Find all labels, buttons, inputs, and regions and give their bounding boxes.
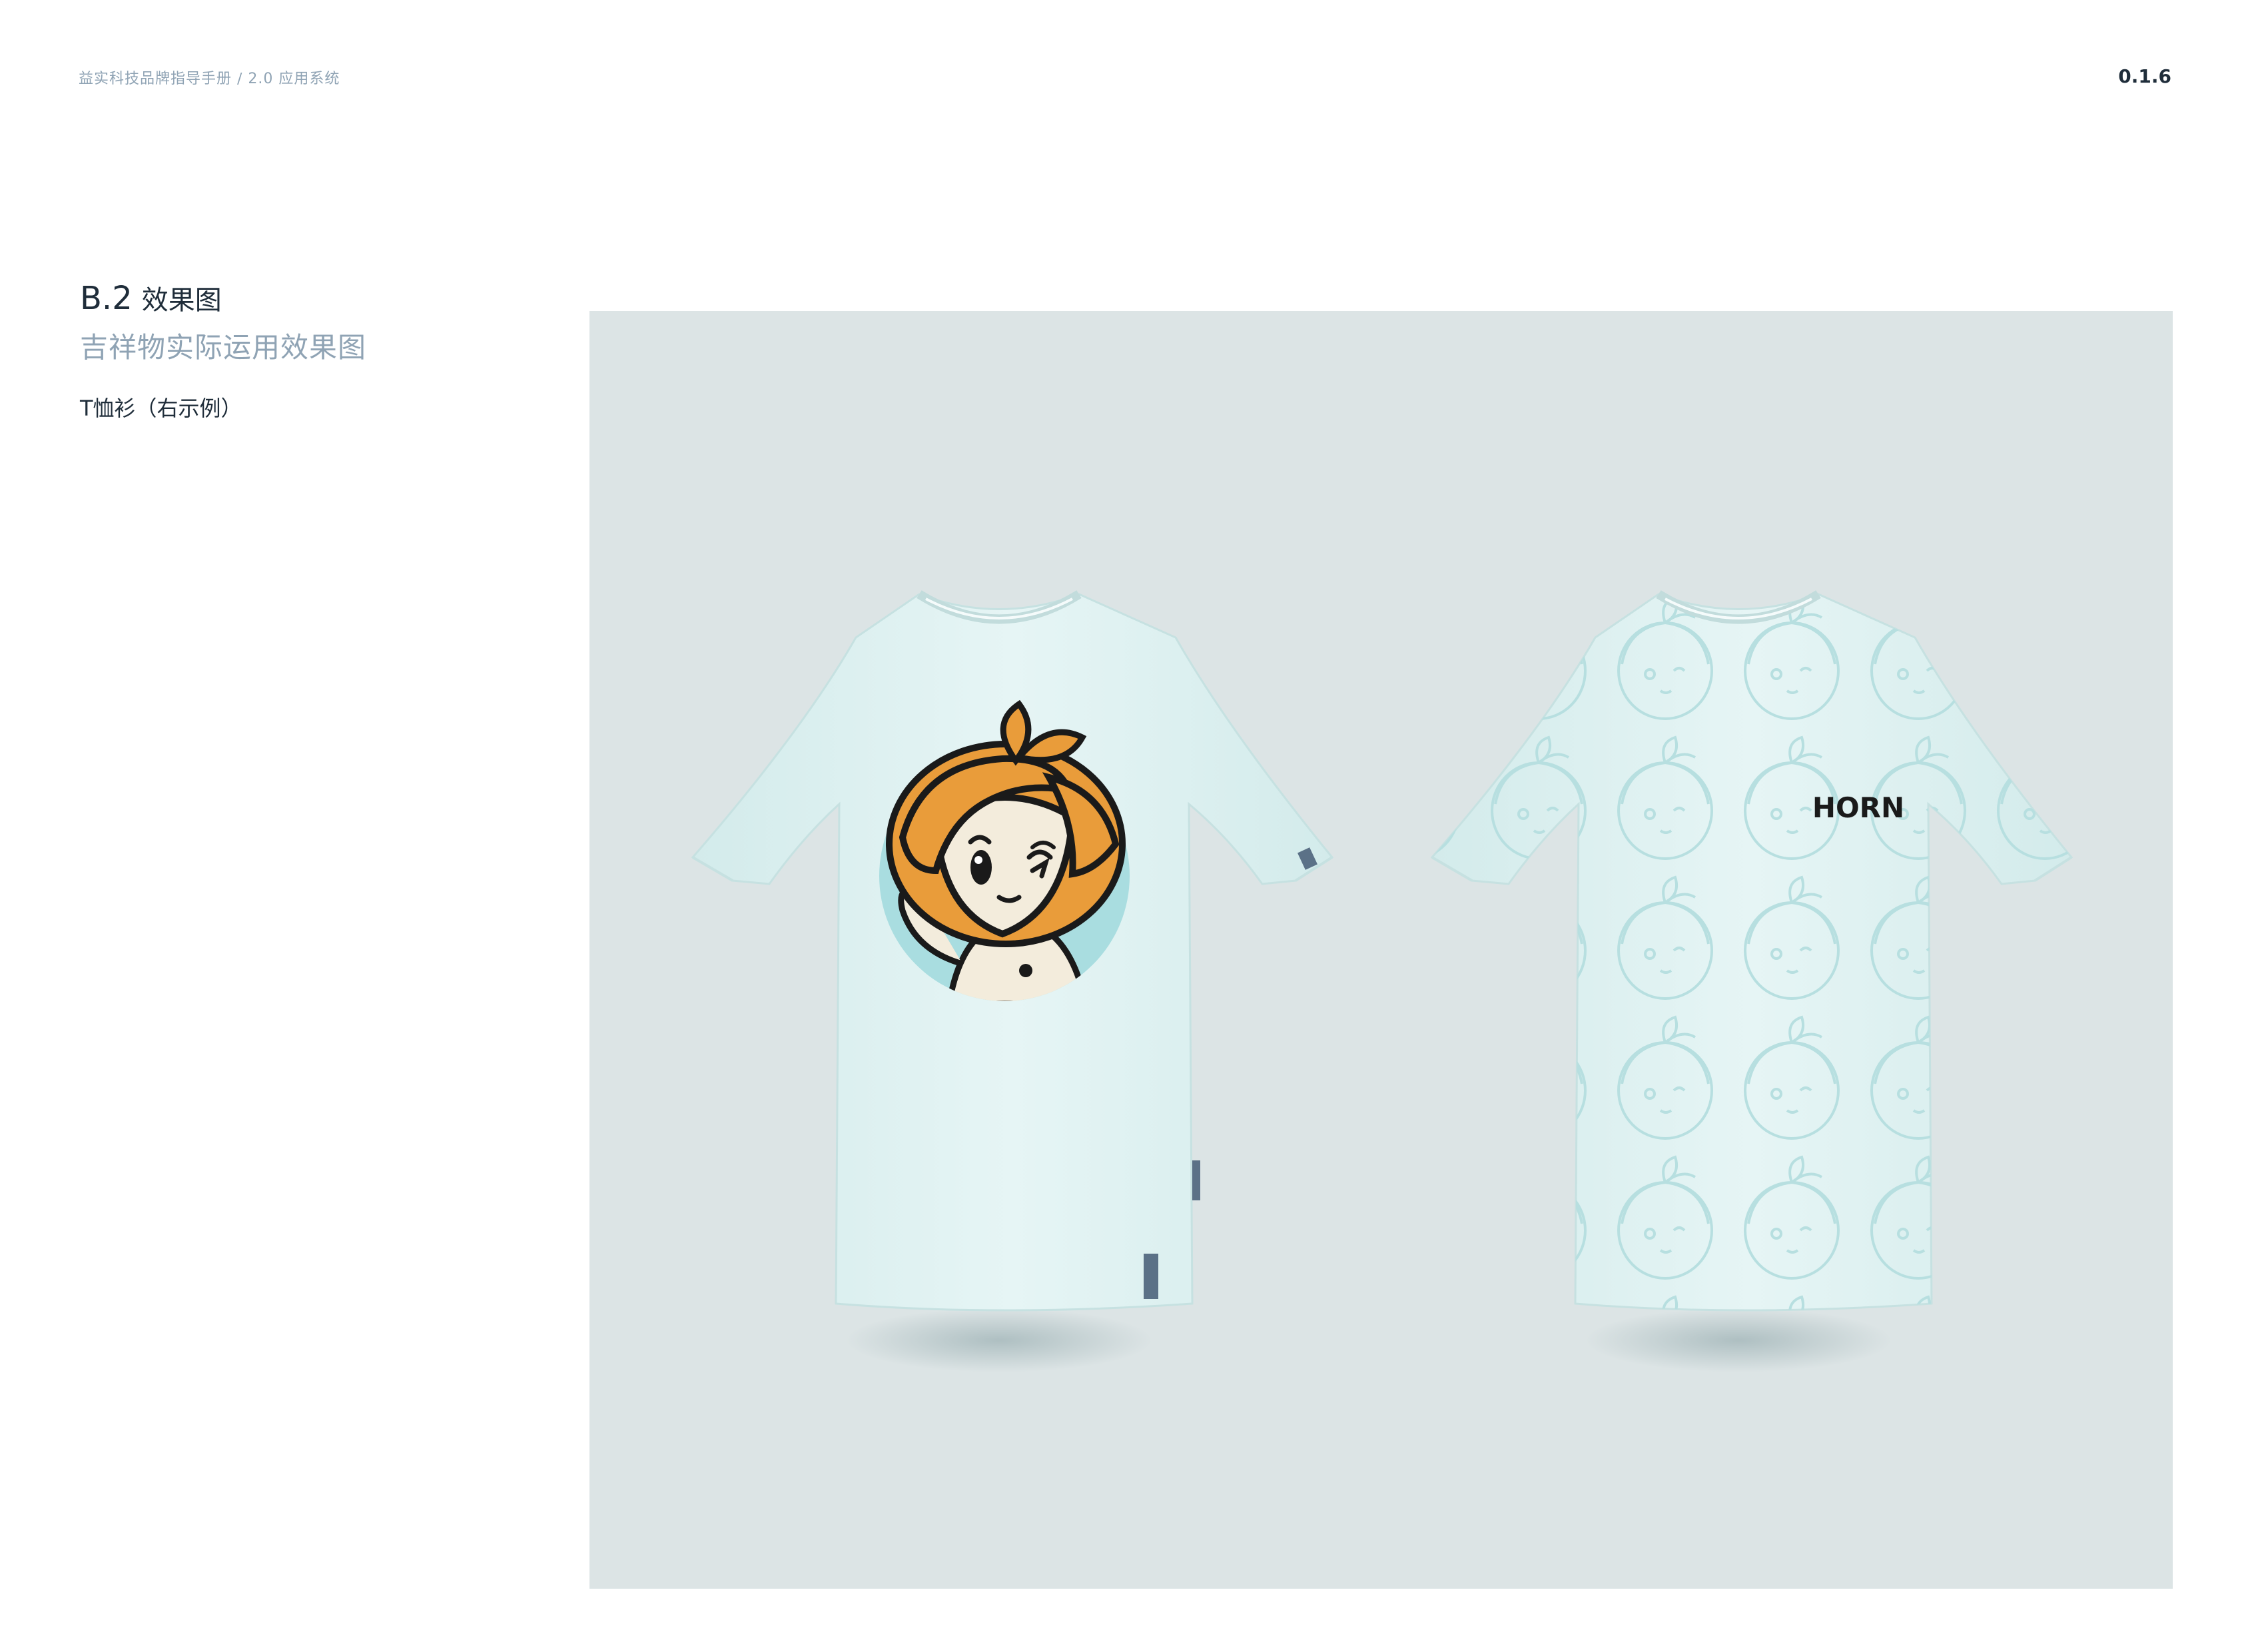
front-tshirt bbox=[691, 590, 1334, 1312]
left-shirt-shadow bbox=[846, 1308, 1152, 1372]
tshirt-mockup-panel: HORN bbox=[589, 311, 2173, 1589]
breadcrumb: 益实科技品牌指导手册 ∕ 2.0 应用系统 bbox=[79, 71, 340, 87]
section-subtitle: 吉祥物实际运用效果图 bbox=[80, 331, 367, 364]
side-label bbox=[1192, 1160, 1200, 1200]
page-number: 0.1.6 bbox=[2118, 65, 2171, 87]
section-heading: B.2 效果图 bbox=[80, 278, 222, 317]
section-title: 效果图 bbox=[141, 285, 222, 316]
horn-logo: HORN bbox=[1812, 791, 1904, 824]
back-tshirt: HORN bbox=[1430, 590, 2073, 1312]
tshirt-mockup-image: HORN bbox=[691, 590, 2073, 1372]
hem-label bbox=[1144, 1254, 1158, 1299]
mockup-caption: T恤衫（右示例） bbox=[80, 396, 242, 421]
mascot-pattern-print bbox=[1432, 594, 2071, 1310]
brand-manual-page: 益实科技品牌指导手册 ∕ 2.0 应用系统 0.1.6 B.2 效果图 吉祥物实际… bbox=[0, 0, 2242, 1652]
section-code: B.2 bbox=[80, 280, 133, 317]
right-shirt-shadow bbox=[1585, 1308, 1892, 1372]
